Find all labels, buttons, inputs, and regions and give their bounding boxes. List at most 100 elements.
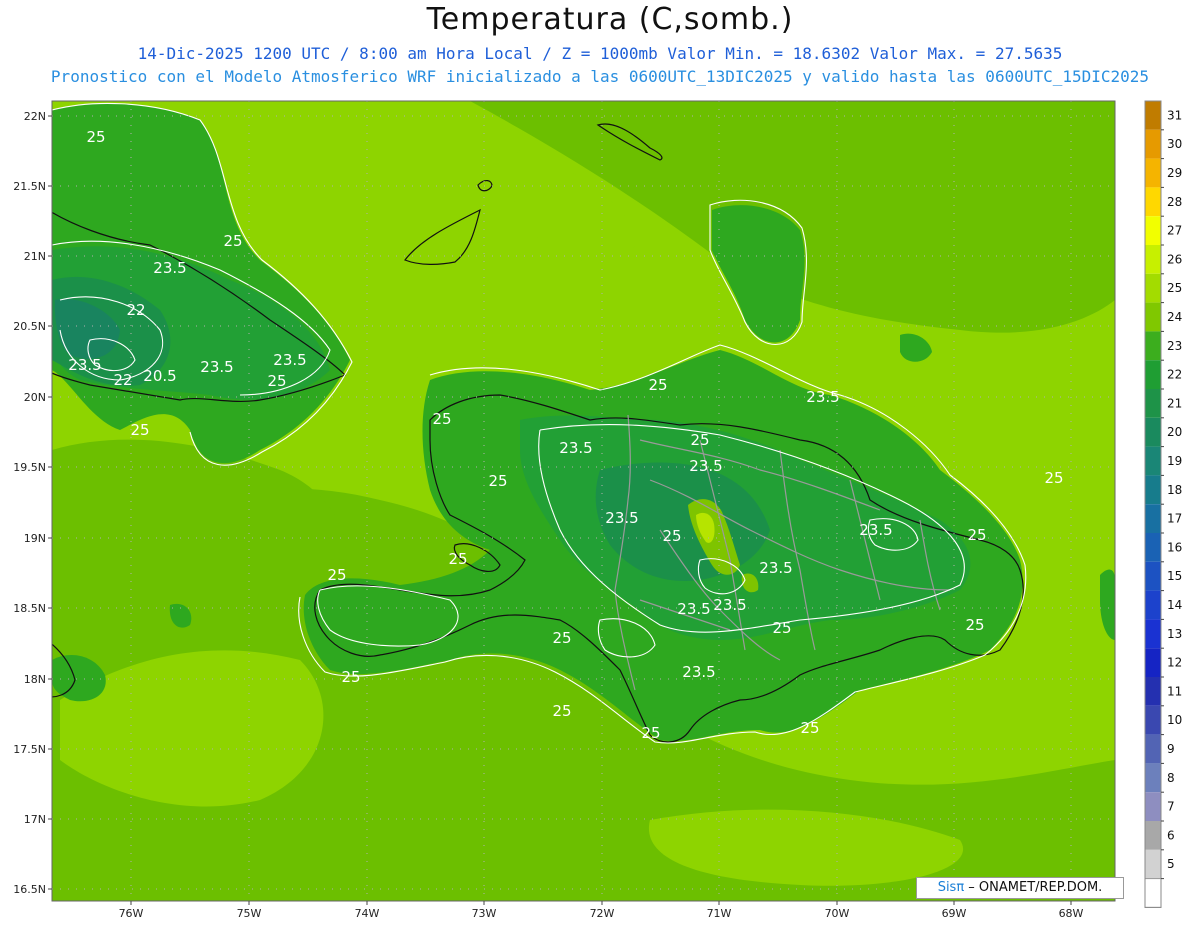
- lat-label: 19N: [24, 532, 46, 545]
- lat-label: 18.5N: [13, 602, 46, 615]
- contour-label: 25: [965, 616, 984, 634]
- lat-label: 17N: [24, 813, 46, 826]
- colorbar-swatch: [1145, 389, 1161, 418]
- contour-label: 20.5: [143, 367, 176, 385]
- lat-label: 21.5N: [13, 180, 46, 193]
- contour-label: 25: [448, 550, 467, 568]
- plot-area: 252523.52223.522 20.5 23.5 23.52525252523.5…: [52, 101, 1115, 901]
- colorbar-label: 9: [1167, 742, 1175, 756]
- colorbar-swatch: [1145, 533, 1161, 562]
- contour-label: 25: [648, 376, 667, 394]
- colorbar-label: 20: [1167, 425, 1182, 439]
- contour-label: 25: [86, 128, 105, 146]
- longitude-axis: 76W 75W 74W 73W 72W 71W 70W 69W 68W: [119, 901, 1084, 920]
- colorbar-label: 19: [1167, 454, 1182, 468]
- colorbar-label: 21: [1167, 396, 1182, 410]
- contour-label: 25: [267, 372, 286, 390]
- lon-label: 68W: [1059, 907, 1084, 920]
- contour-label: 23.5: [759, 559, 792, 577]
- colorbar-swatch: [1145, 590, 1161, 620]
- contour-label: 25: [327, 566, 346, 584]
- contour-label: 23.5: [713, 596, 746, 614]
- colorbar-swatch: [1145, 561, 1161, 591]
- colorbar-label: 25: [1167, 281, 1182, 295]
- contour-label: 23.5: [689, 457, 722, 475]
- colorbar-swatch: [1145, 734, 1161, 764]
- lon-label: 69W: [942, 907, 967, 920]
- contour-label: 25: [662, 527, 681, 545]
- colorbar-swatch-lowest: [1144, 878, 1162, 908]
- contour-label: 25: [967, 526, 986, 544]
- colorbar-swatch: [1145, 101, 1161, 130]
- credit-box: Sisπ – ONAMET/REP.DOM.: [916, 877, 1124, 899]
- colorbar-label: 18: [1167, 483, 1182, 497]
- temperature-map: 252523.52223.522 20.5 23.5 23.52525252523.5…: [13, 100, 1182, 920]
- colorbar-swatch: [1145, 216, 1161, 245]
- colorbar-swatch: [1145, 504, 1161, 533]
- colorbar-swatch: [1145, 273, 1161, 303]
- lat-label: 17.5N: [13, 743, 46, 756]
- lon-label: 76W: [119, 907, 144, 920]
- contour-label: 25: [488, 472, 507, 490]
- contour-label: 23.5: [200, 358, 233, 376]
- credit-text: – ONAMET/REP.DOM.: [964, 880, 1103, 895]
- colorbar-swatch: [1145, 360, 1161, 389]
- colorbar-label: 29: [1167, 166, 1182, 180]
- contour-label: 23.5: [677, 600, 710, 618]
- contour-label: 25: [341, 668, 360, 686]
- contour-label: 23.5: [153, 259, 186, 277]
- colorbar-swatch: [1145, 677, 1161, 706]
- colorbar-swatch: [1145, 129, 1161, 159]
- colorbar-label: 28: [1167, 195, 1182, 209]
- colorbar-label: 7: [1167, 800, 1175, 814]
- contour-label: 23.5: [859, 521, 892, 539]
- lon-label: 70W: [825, 907, 850, 920]
- colorbar-swatch: [1145, 821, 1161, 850]
- contour-label: 25: [432, 410, 451, 428]
- contour-label: 25: [552, 629, 571, 647]
- colorbar-swatch: [1145, 619, 1161, 649]
- latitude-axis: 22N 21.5N 21N 20.5N 20N 19.5N 19N 18.5N 18N 17.5N…: [13, 110, 52, 896]
- contour-label: 23.5: [68, 356, 101, 374]
- colorbar-label: 13: [1167, 627, 1182, 641]
- colorbar-swatch: [1145, 792, 1161, 821]
- lat-label: 20.5N: [13, 320, 46, 333]
- contour-label: 25: [130, 421, 149, 439]
- colorbar-label: 11: [1167, 684, 1182, 698]
- colorbar-swatch: [1145, 158, 1161, 188]
- colorbar-swatch: [1145, 475, 1161, 505]
- lat-label: 21N: [24, 250, 46, 263]
- colorbar-label: 8: [1167, 771, 1175, 785]
- colorbar-label: 27: [1167, 224, 1182, 238]
- contour-label: 25: [800, 719, 819, 737]
- colorbar-label: 26: [1167, 252, 1182, 266]
- credit-brand: Sisπ: [937, 880, 965, 895]
- colorbar-label: 6: [1167, 828, 1175, 842]
- colorbar: 31 30 29 28 27 26 25 24 23 22 21 20 19 18 17 16 15 14 13 12…: [1144, 100, 1182, 908]
- lon-label: 74W: [355, 907, 380, 920]
- contour-label: 22: [113, 371, 132, 389]
- colorbar-swatch: [1145, 648, 1161, 677]
- lon-label: 72W: [590, 907, 615, 920]
- contour-label: 22: [126, 301, 145, 319]
- lon-label: 75W: [237, 907, 262, 920]
- colorbar-label: 15: [1167, 569, 1182, 583]
- lon-label: 73W: [472, 907, 497, 920]
- colorbar-swatch: [1145, 331, 1161, 361]
- contour-label: 25: [552, 702, 571, 720]
- contour-label: 25: [772, 619, 791, 637]
- colorbar-label: 17: [1167, 512, 1182, 526]
- contour-label: 25: [1044, 469, 1063, 487]
- contour-label: 25: [223, 232, 242, 250]
- contour-label: 23.5: [273, 351, 306, 369]
- colorbar-label: 31: [1167, 108, 1182, 122]
- colorbar-label: 23: [1167, 339, 1182, 353]
- contour-label: 25: [641, 724, 660, 742]
- colorbar-swatch: [1145, 245, 1161, 274]
- lat-label: 18N: [24, 673, 46, 686]
- lon-label: 71W: [707, 907, 732, 920]
- colorbar-label: 16: [1167, 540, 1182, 554]
- colorbar-label: 22: [1167, 368, 1182, 382]
- contour-label: 23.5: [559, 439, 592, 457]
- colorbar-label: 12: [1167, 656, 1182, 670]
